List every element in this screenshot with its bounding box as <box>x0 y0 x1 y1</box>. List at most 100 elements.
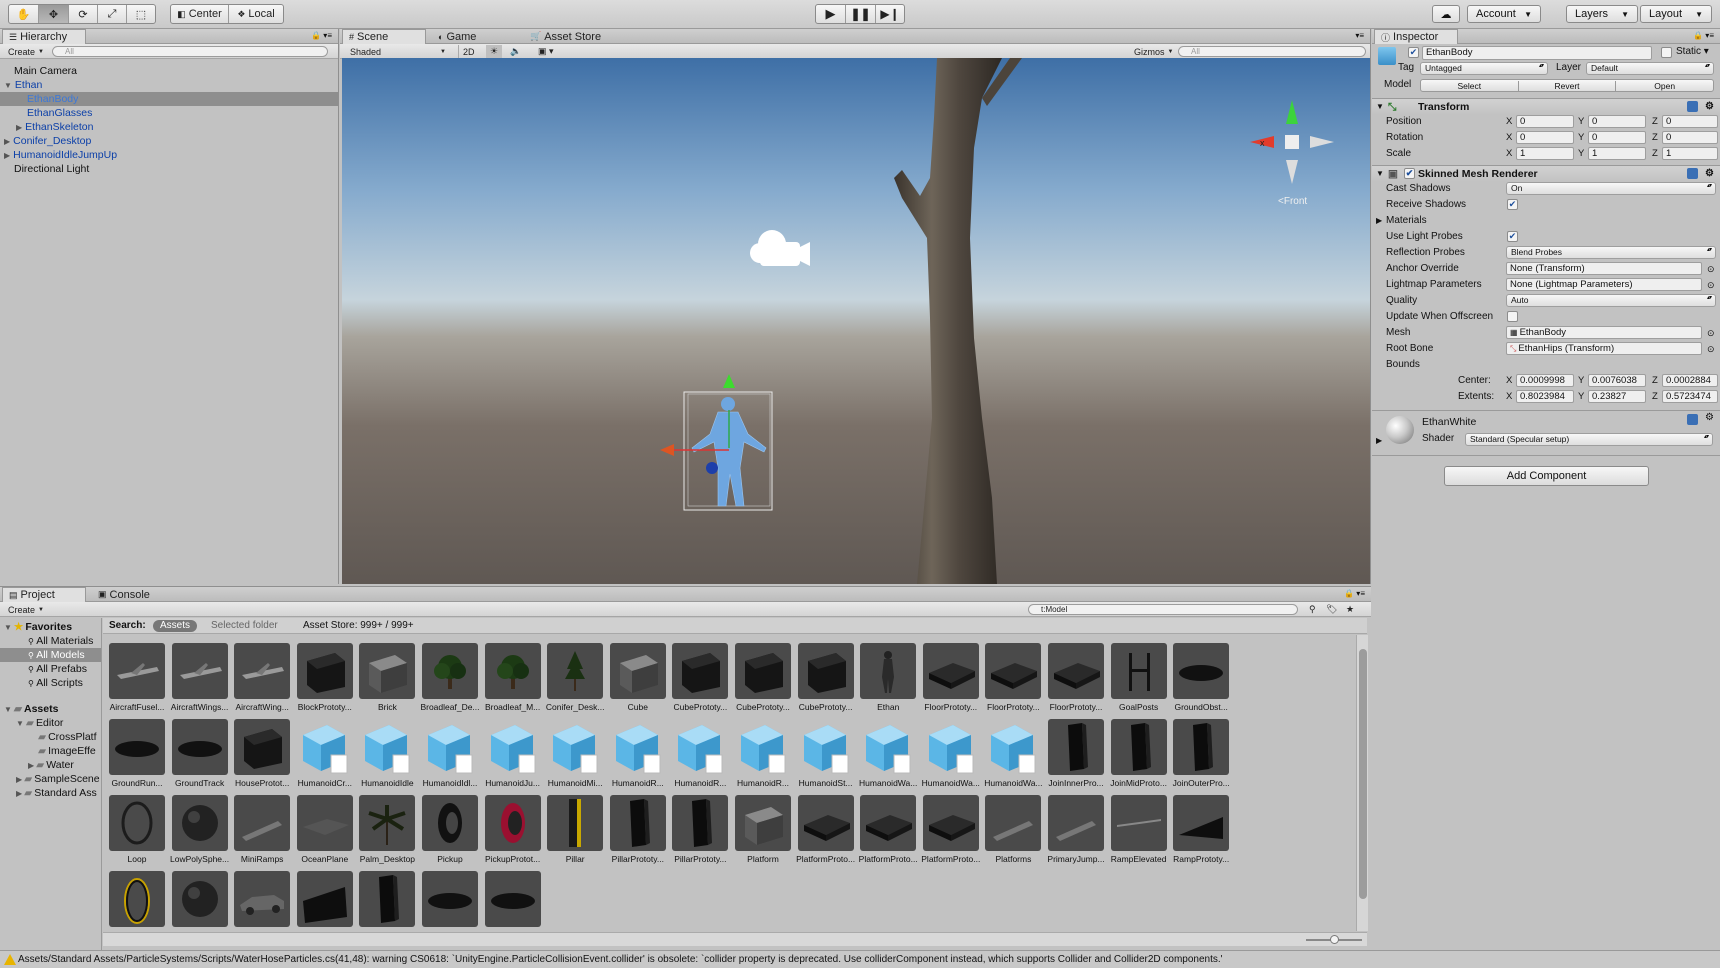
asset-item[interactable]: MiniRamps <box>230 795 294 865</box>
filter-selected-folder-button[interactable]: Selected folder <box>211 618 278 634</box>
asset-item[interactable] <box>355 871 419 930</box>
center-x-field[interactable]: 0.0009998 <box>1516 374 1574 387</box>
model-open-button[interactable]: Open <box>1616 81 1713 91</box>
asset-item[interactable] <box>168 871 232 930</box>
pivot-local-button[interactable]: ❖ Local <box>229 5 283 23</box>
object-picker-icon[interactable]: ⊙ <box>1707 341 1715 357</box>
tab-game[interactable]: ◐ Game <box>432 29 482 44</box>
position-z-field[interactable]: 0 <box>1662 115 1718 128</box>
asset-item[interactable] <box>293 871 357 930</box>
tree-item-ethan[interactable]: ▼ Ethan <box>4 78 42 92</box>
asset-item[interactable]: AircraftWing... <box>230 643 294 713</box>
expand-arrow-icon[interactable]: ▶ <box>16 789 22 798</box>
root-bone-field[interactable]: ⤡ EthanHips (Transform) <box>1506 342 1702 355</box>
quality-dropdown[interactable]: Auto <box>1506 294 1716 307</box>
help-icon[interactable] <box>1687 101 1698 112</box>
fold-arrow-icon[interactable]: ▼ <box>1376 166 1384 182</box>
panel-menu-icon[interactable]: 🔒 ▾≡ <box>1344 589 1365 598</box>
folder-samplescenes[interactable]: ▶ ▰ SampleScene <box>16 772 102 786</box>
folder-imageeffects[interactable]: ▰ ImageEffe <box>38 744 102 758</box>
tree-item-directional-light[interactable]: Directional Light <box>14 162 89 176</box>
asset-item[interactable]: GroundObst... <box>1169 643 1233 713</box>
asset-item[interactable]: RampPrototy... <box>1169 795 1233 865</box>
rotation-x-field[interactable]: 0 <box>1516 131 1574 144</box>
expand-arrow-icon[interactable]: ▼ <box>4 705 12 714</box>
asset-item[interactable]: HumanoidCr... <box>293 719 357 789</box>
tag-dropdown[interactable]: Untagged <box>1420 62 1548 75</box>
zoom-slider-handle[interactable] <box>1330 935 1339 944</box>
asset-item[interactable]: LowPolySphe... <box>168 795 232 865</box>
favorite-star-icon[interactable]: ★ <box>1342 603 1358 616</box>
help-icon[interactable] <box>1687 414 1698 425</box>
favorites-section[interactable]: ▼ ★ Favorites <box>4 620 72 634</box>
reflection-probes-dropdown[interactable]: Blend Probes <box>1506 246 1716 259</box>
position-y-field[interactable]: 0 <box>1588 115 1646 128</box>
lightmap-parameters-field[interactable]: None (Lightmap Parameters) <box>1506 278 1702 291</box>
asset-item[interactable]: OceanPlane <box>293 795 357 865</box>
layer-dropdown[interactable]: Default <box>1586 62 1714 75</box>
asset-item[interactable]: Ethan <box>856 643 920 713</box>
asset-item[interactable]: Brick <box>355 643 419 713</box>
asset-item[interactable]: PlatformProto... <box>919 795 983 865</box>
asset-item[interactable]: JoinMidProto... <box>1107 719 1171 789</box>
hand-icon[interactable]: ✋ <box>9 5 39 23</box>
asset-item[interactable]: Loop <box>105 795 169 865</box>
gear-icon[interactable]: ⚙ <box>1705 166 1714 182</box>
create-dropdown[interactable]: Create ▼ <box>4 603 48 616</box>
asset-item[interactable]: HumanoidWa... <box>981 719 1045 789</box>
scale-icon[interactable]: ⤢ <box>98 5 127 23</box>
asset-item[interactable]: HumanoidWa... <box>919 719 983 789</box>
add-component-button[interactable]: Add Component <box>1444 466 1649 486</box>
asset-item[interactable]: PillarPrototy... <box>606 795 670 865</box>
cast-shadows-dropdown[interactable]: On <box>1506 182 1716 195</box>
position-x-field[interactable]: 0 <box>1516 115 1574 128</box>
asset-item[interactable] <box>105 871 169 930</box>
hierarchy-search-input[interactable]: All <box>52 46 328 57</box>
asset-item[interactable] <box>418 871 482 930</box>
tree-item-ethanglasses[interactable]: EthanGlasses <box>27 106 92 120</box>
asset-item[interactable]: BlockPrototy... <box>293 643 357 713</box>
asset-item[interactable]: GoalPosts <box>1107 643 1171 713</box>
gizmos-dropdown[interactable]: Gizmos ▼ <box>1130 45 1177 58</box>
object-name-field[interactable]: EthanBody <box>1422 46 1652 60</box>
asset-item[interactable]: HumanoidR... <box>606 719 670 789</box>
fold-arrow-icon[interactable]: ▶ <box>1376 436 1382 445</box>
tree-item-conifer-desktop[interactable]: ▶ Conifer_Desktop <box>4 134 91 148</box>
asset-item[interactable]: PrimaryJump... <box>1044 795 1108 865</box>
asset-item[interactable]: Cube <box>606 643 670 713</box>
filter-assets-button[interactable]: Assets <box>153 620 198 632</box>
panel-menu-icon[interactable]: 🔒 ▾≡ <box>311 31 332 40</box>
object-picker-icon[interactable]: ⊙ <box>1707 261 1715 277</box>
filter-type-icon[interactable]: ⚲ <box>1305 603 1320 616</box>
tab-scene[interactable]: # Scene <box>342 29 426 44</box>
favorite-all-prefabs[interactable]: ⚲ All Prefabs <box>28 662 87 676</box>
asset-store-count[interactable]: Asset Store: 999+ / 999+ <box>303 618 414 634</box>
asset-item[interactable]: RampElevated <box>1107 795 1171 865</box>
folder-standard-assets[interactable]: ▶ ▰ Standard Ass <box>16 786 102 800</box>
tree-item-ethanbody-selected[interactable]: EthanBody <box>0 92 338 106</box>
extents-x-field[interactable]: 0.8023984 <box>1516 390 1574 403</box>
asset-item[interactable]: AircraftWings... <box>168 643 232 713</box>
expand-arrow-icon[interactable]: ▼ <box>4 81 12 90</box>
tree-item-humanoididlejumpup[interactable]: ▶ HumanoidIdleJumpUp <box>4 148 117 162</box>
asset-item[interactable]: FloorPrototy... <box>919 643 983 713</box>
favorite-all-models-selected[interactable]: ⚲ All Models <box>0 648 101 662</box>
effects-dropdown-icon[interactable]: ▣ ▾ <box>534 45 558 58</box>
asset-item[interactable]: HumanoidIdl... <box>418 719 482 789</box>
expand-arrow-icon[interactable]: ▼ <box>4 623 12 632</box>
asset-item[interactable]: Platforms <box>981 795 1045 865</box>
asset-item[interactable]: HumanoidJu... <box>481 719 545 789</box>
create-dropdown[interactable]: Create ▼ <box>4 45 48 58</box>
shading-dropdown[interactable]: Shaded ▼ <box>346 45 450 58</box>
asset-item[interactable]: Broadleaf_M... <box>481 643 545 713</box>
asset-item[interactable]: PillarPrototy... <box>668 795 732 865</box>
asset-item[interactable]: FloorPrototy... <box>1044 643 1108 713</box>
expand-arrow-icon[interactable]: ▶ <box>28 761 34 770</box>
asset-item[interactable]: HumanoidWa... <box>856 719 920 789</box>
asset-item[interactable]: GroundTrack <box>168 719 232 789</box>
project-search-input[interactable]: t:Model <box>1028 604 1298 615</box>
update-offscreen-checkbox[interactable] <box>1507 311 1518 322</box>
asset-item[interactable]: Palm_Desktop <box>355 795 419 865</box>
asset-item[interactable]: HumanoidR... <box>668 719 732 789</box>
asset-item[interactable]: HumanoidIdle <box>355 719 419 789</box>
